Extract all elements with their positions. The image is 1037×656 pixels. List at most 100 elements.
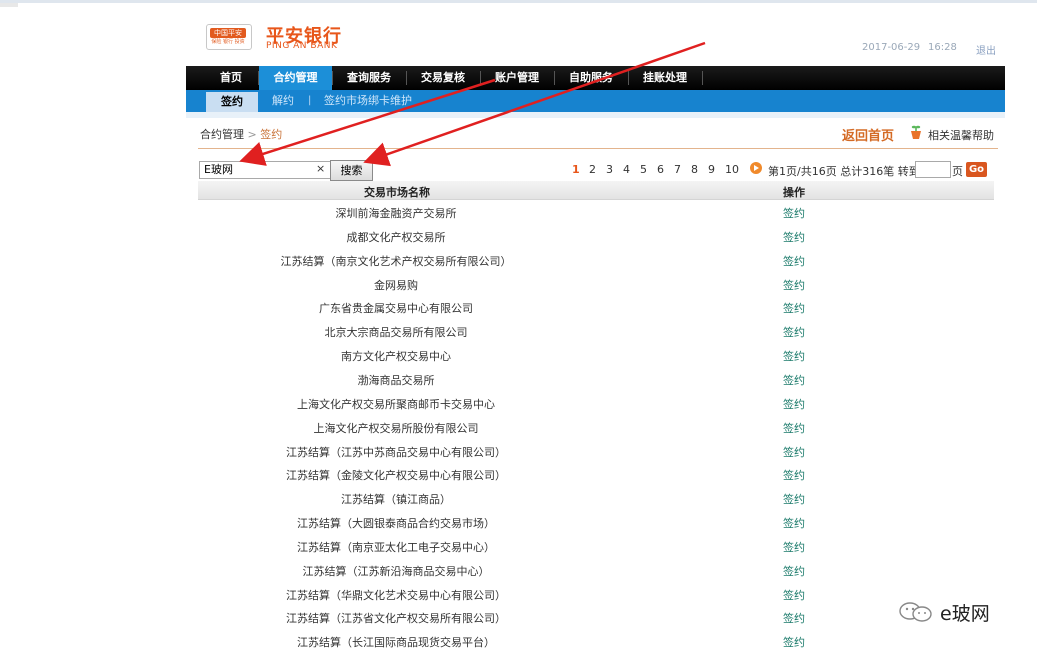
market-name-cell: 广东省贵金属交易中心有限公司 bbox=[319, 302, 473, 315]
sign-link[interactable]: 签约 bbox=[783, 563, 805, 579]
market-search-input[interactable] bbox=[199, 161, 331, 179]
sign-link[interactable]: 签约 bbox=[783, 372, 805, 388]
subnav-item-cancel[interactable]: 解约 bbox=[272, 90, 294, 112]
market-name-cell: 江苏结算（江苏新沿海商品交易中心） bbox=[302, 565, 490, 578]
back-home-link[interactable]: 返回首页 bbox=[842, 125, 894, 144]
table-row: 上海文化产权交易所股份有限公司 签约 bbox=[198, 415, 994, 439]
page-link-9[interactable]: 9 bbox=[708, 163, 715, 176]
header-time: 16:28 bbox=[928, 42, 957, 53]
breadcrumb-current: 签约 bbox=[260, 128, 283, 141]
table-row: 江苏结算（镇江商品） 签约 bbox=[198, 486, 994, 510]
nav-item-pending[interactable]: 挂账处理 bbox=[629, 66, 701, 90]
table-row: 上海文化产权交易所聚商邮币卡交易中心 签约 bbox=[198, 391, 994, 415]
table-row: 渤海商品交易所 签约 bbox=[198, 367, 994, 391]
breadcrumb: 合约管理 > 签约 bbox=[200, 126, 282, 142]
help-link[interactable]: 相关温馨帮助 bbox=[928, 127, 994, 143]
next-page-icon[interactable] bbox=[750, 162, 762, 174]
market-name-cell: 南方文化产权交易中心 bbox=[341, 350, 451, 363]
table-row: 江苏结算（江苏中苏商品交易中心有限公司） 签约 bbox=[198, 439, 994, 463]
header-date: 2017-06-29 bbox=[862, 42, 921, 53]
table-row: 北京大宗商品交易所有限公司 签约 bbox=[198, 319, 994, 343]
market-name-cell: 江苏结算（江苏中苏商品交易中心有限公司） bbox=[286, 446, 506, 459]
pingan-logo: 中国平安 保险 银行 投资 bbox=[206, 24, 252, 50]
page-link-4[interactable]: 4 bbox=[623, 163, 630, 176]
watermark-text: e玻网 bbox=[940, 603, 990, 625]
sign-link[interactable]: 签约 bbox=[783, 444, 805, 460]
market-name-cell: 北京大宗商品交易所有限公司 bbox=[324, 326, 468, 339]
table-row: 江苏结算（长江国际商品现货交易平台） 签约 bbox=[198, 629, 994, 653]
help-pot-icon[interactable] bbox=[909, 124, 923, 140]
sign-link[interactable]: 签约 bbox=[783, 634, 805, 650]
sign-link[interactable]: 签约 bbox=[783, 610, 805, 626]
sub-nav: 签约 解约 | 签约市场绑卡维护 bbox=[186, 90, 1005, 112]
brand-name-en: PING AN BANK bbox=[266, 41, 338, 51]
goto-page-input[interactable] bbox=[915, 161, 951, 178]
market-name-cell: 江苏结算（华鼎文化艺术交易中心有限公司） bbox=[286, 589, 506, 602]
table-row: 江苏结算（金陵文化产权交易中心有限公司） 签约 bbox=[198, 462, 994, 486]
sign-link[interactable]: 签约 bbox=[783, 420, 805, 436]
column-header-action: 操作 bbox=[783, 186, 805, 199]
sign-link[interactable]: 签约 bbox=[783, 515, 805, 531]
subnav-separator: | bbox=[308, 95, 312, 106]
nav-item-home[interactable]: 首页 bbox=[206, 66, 256, 90]
sign-link[interactable]: 签约 bbox=[783, 587, 805, 603]
market-name-cell: 江苏结算（镇江商品） bbox=[341, 493, 451, 506]
nav-item-selfservice[interactable]: 自助服务 bbox=[555, 66, 627, 90]
table-row: 江苏结算（江苏新沿海商品交易中心） 签约 bbox=[198, 558, 994, 582]
sign-link[interactable]: 签约 bbox=[783, 467, 805, 483]
sign-link[interactable]: 签约 bbox=[783, 300, 805, 316]
market-name-cell: 渤海商品交易所 bbox=[357, 374, 435, 387]
divider bbox=[198, 148, 998, 149]
page-link-8[interactable]: 8 bbox=[691, 163, 698, 176]
page-link-5[interactable]: 5 bbox=[640, 163, 647, 176]
page-link-10[interactable]: 10 bbox=[725, 163, 739, 176]
page-link-3[interactable]: 3 bbox=[606, 163, 613, 176]
logo-sub-text: 保险 银行 投资 bbox=[211, 39, 245, 45]
breadcrumb-separator: > bbox=[247, 128, 257, 141]
nav-item-review[interactable]: 交易复核 bbox=[407, 66, 479, 90]
window-corner bbox=[0, 3, 18, 7]
table-row: 江苏结算（江苏省文化产权交易所有限公司） 签约 bbox=[198, 605, 994, 629]
page-link-2[interactable]: 2 bbox=[589, 163, 596, 176]
column-header-market: 交易市场名称 bbox=[364, 186, 430, 199]
table-header: 交易市场名称 操作 bbox=[198, 181, 994, 200]
top-rule bbox=[0, 0, 1037, 3]
page-info: 第1页/共16页 总计316笔 转到第 bbox=[768, 165, 931, 178]
sign-link[interactable]: 签约 bbox=[783, 229, 805, 245]
main-nav: 首页 合约管理 查询服务 交易复核 账户管理 自助服务 挂账处理 bbox=[186, 66, 1005, 90]
table-row: 广东省贵金属交易中心有限公司 签约 bbox=[198, 295, 994, 319]
market-name-cell: 成都文化产权交易所 bbox=[346, 231, 446, 244]
table-row: 江苏结算（大圆银泰商品合约交易市场） 签约 bbox=[198, 510, 994, 534]
subnav-item-card-maintenance[interactable]: 签约市场绑卡维护 bbox=[324, 90, 412, 112]
logo-badge-text: 中国平安 bbox=[210, 28, 246, 38]
sign-link[interactable]: 签约 bbox=[783, 396, 805, 412]
market-name-cell: 江苏结算（大圆银泰商品合约交易市场） bbox=[297, 517, 495, 530]
breadcrumb-parent[interactable]: 合约管理 bbox=[200, 128, 244, 141]
search-button[interactable]: 搜索 bbox=[330, 160, 373, 181]
nav-item-account[interactable]: 账户管理 bbox=[481, 66, 553, 90]
page-link-6[interactable]: 6 bbox=[657, 163, 664, 176]
market-name-cell: 江苏结算（南京文化艺术产权交易所有限公司） bbox=[280, 255, 512, 268]
nav-item-query[interactable]: 查询服务 bbox=[333, 66, 405, 90]
sign-link[interactable]: 签约 bbox=[783, 277, 805, 293]
logout-link[interactable]: 退出 bbox=[976, 42, 996, 57]
page-suffix: 页 bbox=[952, 165, 963, 178]
market-name-cell: 深圳前海金融资产交易所 bbox=[335, 207, 457, 220]
sign-link[interactable]: 签约 bbox=[783, 491, 805, 507]
market-name-cell: 金网易购 bbox=[374, 279, 418, 292]
subnav-shadow bbox=[186, 112, 1005, 118]
subnav-item-sign[interactable]: 签约 bbox=[206, 92, 258, 112]
market-name-cell: 江苏结算（金陵文化产权交易中心有限公司） bbox=[286, 469, 506, 482]
sign-link[interactable]: 签约 bbox=[783, 539, 805, 555]
wechat-icon bbox=[899, 602, 932, 622]
sign-link[interactable]: 签约 bbox=[783, 253, 805, 269]
page-link-7[interactable]: 7 bbox=[674, 163, 681, 176]
nav-item-contract[interactable]: 合约管理 bbox=[259, 66, 332, 90]
go-button[interactable]: Go bbox=[966, 162, 987, 177]
page-link-1[interactable]: 1 bbox=[572, 163, 580, 176]
sign-link[interactable]: 签约 bbox=[783, 324, 805, 340]
clear-search-icon[interactable]: × bbox=[316, 162, 325, 175]
table-row: 成都文化产权交易所 签约 bbox=[198, 224, 994, 248]
sign-link[interactable]: 签约 bbox=[783, 205, 805, 221]
sign-link[interactable]: 签约 bbox=[783, 348, 805, 364]
